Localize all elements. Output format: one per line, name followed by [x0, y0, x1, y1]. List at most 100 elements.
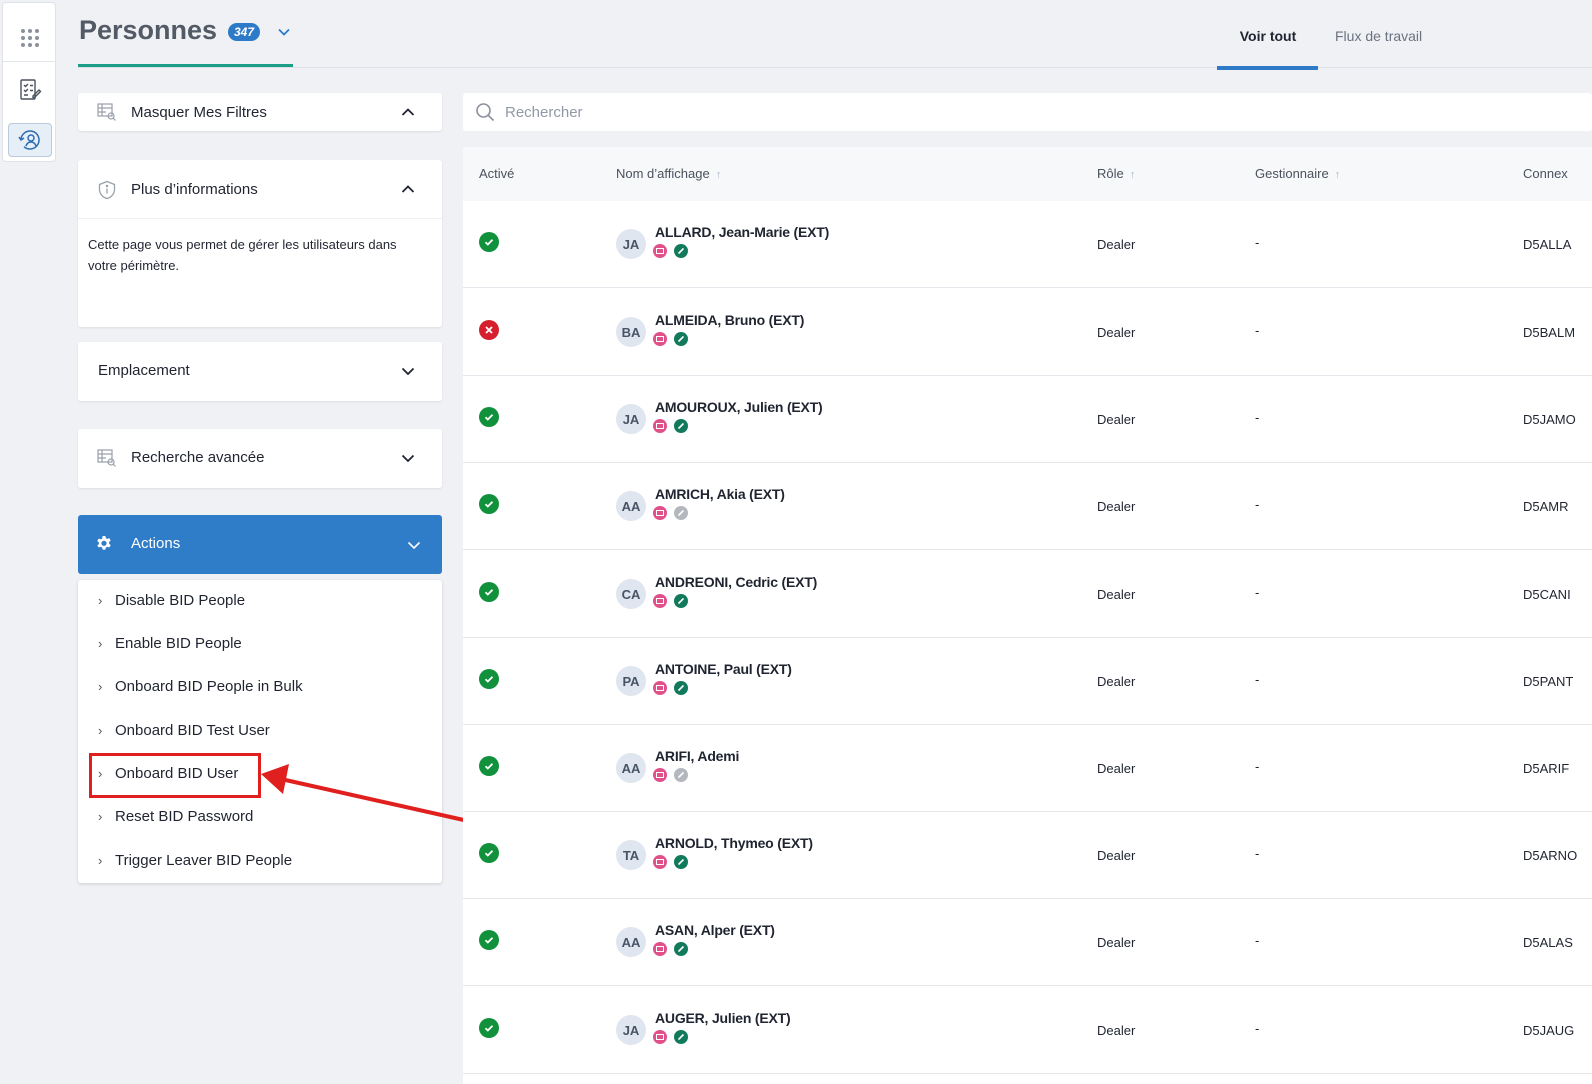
people-table: Activé Nom d’affichage ↑ Rôle ↑ Gestionnai…: [463, 147, 1592, 1084]
people-history-icon[interactable]: [8, 123, 52, 157]
apps-grid-icon[interactable]: [8, 21, 52, 55]
avatar: CA: [616, 579, 646, 609]
avatar: AA: [616, 753, 646, 783]
chevron-right-icon: ›: [98, 593, 103, 608]
login-cell: D5ARIF: [1523, 761, 1570, 776]
search-bar[interactable]: [463, 93, 1592, 131]
tab-flux-de-travail[interactable]: Flux de travail: [1335, 28, 1422, 44]
table-row[interactable]: JA AUGER, Julien (EXT) Dealer - D5JAUG: [463, 987, 1592, 1074]
user-display-name[interactable]: ALMEIDA, Bruno (EXT): [655, 312, 804, 328]
table-row[interactable]: JA ALLARD, Jean-Marie (EXT) Dealer - D5ALLA: [463, 201, 1592, 288]
filter-list-icon: [97, 103, 117, 126]
chevron-up-icon[interactable]: [400, 181, 416, 202]
login-cell: D5CANI: [1523, 587, 1571, 602]
login-cell: D5ALLA: [1523, 237, 1572, 252]
table-row[interactable]: AA AMRICH, Akia (EXT) Dealer - D5AMR: [463, 463, 1592, 550]
login-cell: D5AMR: [1523, 499, 1569, 514]
chevron-down-icon[interactable]: [400, 363, 416, 384]
page-title: Personnes: [79, 15, 218, 45]
column-header-active[interactable]: Activé: [479, 166, 514, 181]
user-display-name[interactable]: ANDREONI, Cedric (EXT): [655, 574, 817, 590]
user-display-name[interactable]: ASAN, Alper (EXT): [655, 922, 775, 938]
advanced-search-panel[interactable]: Recherche avancée: [78, 429, 442, 488]
more-info-title[interactable]: Plus d’informations: [131, 181, 258, 198]
user-display-name[interactable]: ARNOLD, Thymeo (EXT): [655, 835, 813, 851]
manager-cell: -: [1255, 846, 1260, 861]
action-trigger-leaver-bid-people[interactable]: › Trigger Leaver BID People: [98, 852, 292, 869]
table-row[interactable]: CA ANDREONI, Cedric (EXT) Dealer - D5CANI: [463, 551, 1592, 638]
login-cell: D5ARNO: [1523, 848, 1578, 863]
login-cell: D5ALAS: [1523, 935, 1573, 950]
chevron-down-icon[interactable]: [406, 537, 422, 558]
manager-cell: -: [1255, 235, 1260, 250]
search-input[interactable]: [505, 93, 1105, 131]
chevron-up-icon[interactable]: [400, 104, 416, 125]
login-cell: D5PANT: [1523, 674, 1574, 689]
column-header-display-name[interactable]: Nom d’affichage ↑: [616, 166, 721, 181]
phone-icon: [674, 942, 688, 956]
table-row[interactable]: TA ARNOLD, Thymeo (EXT) Dealer - D5ARNO: [463, 812, 1592, 899]
phone-icon: [674, 244, 688, 258]
check-circle-icon: [479, 843, 499, 863]
tasks-icon[interactable]: [8, 73, 52, 107]
column-header-login[interactable]: Connex: [1523, 166, 1568, 181]
action-onboard-bid-test-user[interactable]: › Onboard BID Test User: [98, 722, 270, 739]
check-circle-icon: [479, 1018, 499, 1038]
action-disable-bid-people[interactable]: › Disable BID People: [98, 592, 245, 609]
avatar: JA: [616, 229, 646, 259]
info-icon: [97, 180, 117, 205]
chevron-right-icon: ›: [98, 636, 103, 651]
sort-arrow-icon: ↑: [715, 169, 722, 181]
chevron-down-icon[interactable]: [400, 450, 416, 471]
avatar: AA: [616, 491, 646, 521]
table-row[interactable]: AA ARIFI, Ademi Dealer - D5ARIF: [463, 725, 1592, 812]
x-circle-icon: [479, 320, 499, 340]
action-enable-bid-people[interactable]: › Enable BID People: [98, 635, 242, 652]
user-display-name[interactable]: ANTOINE, Paul (EXT): [655, 661, 792, 677]
user-display-name[interactable]: AUGER, Julien (EXT): [655, 1010, 791, 1026]
left-rail: [2, 2, 56, 162]
table-row[interactable]: BA ALMEIDA, Bruno (EXT) Dealer - D5BALM: [463, 289, 1592, 376]
chevron-down-icon[interactable]: [276, 24, 292, 45]
hide-filters-label: Masquer Mes Filtres: [131, 104, 267, 121]
table-row[interactable]: PA ANTOINE, Paul (EXT) Dealer - D5PANT: [463, 638, 1592, 725]
advanced-search-title: Recherche avancée: [131, 449, 265, 466]
action-reset-bid-password[interactable]: › Reset BID Password: [98, 808, 253, 825]
tab-voir-tout[interactable]: Voir tout: [1218, 28, 1318, 44]
annotation-arrow-icon: [261, 764, 487, 827]
user-display-name[interactable]: AMOUROUX, Julien (EXT): [655, 399, 823, 415]
annotation-highlight-box: [89, 753, 261, 798]
mail-icon: [653, 244, 667, 258]
phone-icon: [674, 768, 688, 782]
active-tab-indicator: [1217, 66, 1318, 70]
role-cell: Dealer: [1097, 499, 1136, 514]
table-row[interactable]: AA ASAN, Alper (EXT) Dealer - D5ALAS: [463, 899, 1592, 986]
manager-cell: -: [1255, 759, 1260, 774]
mail-icon: [653, 419, 667, 433]
role-cell: Dealer: [1097, 674, 1136, 689]
check-circle-icon: [479, 582, 499, 602]
filter-list-icon: [97, 449, 117, 472]
table-row[interactable]: JA AMOUROUX, Julien (EXT) Dealer - D5JAMO: [463, 376, 1592, 463]
check-circle-icon: [479, 669, 499, 689]
role-cell: Dealer: [1097, 761, 1136, 776]
mail-icon: [653, 855, 667, 869]
role-cell: Dealer: [1097, 1023, 1136, 1038]
user-display-name[interactable]: ALLARD, Jean-Marie (EXT): [655, 224, 829, 240]
actions-header[interactable]: Actions: [78, 515, 442, 574]
avatar: AA: [616, 927, 646, 957]
check-circle-icon: [479, 494, 499, 514]
sort-arrow-icon: ↑: [1334, 169, 1341, 181]
avatar: BA: [616, 317, 646, 347]
column-header-manager[interactable]: Gestionnaire ↑: [1255, 166, 1340, 181]
user-display-name[interactable]: ARIFI, Ademi: [655, 748, 739, 764]
location-panel[interactable]: Emplacement: [78, 342, 442, 401]
login-cell: D5JAUG: [1523, 1023, 1575, 1038]
more-info-panel: Plus d’informations Cette page vous perm…: [78, 160, 442, 327]
login-cell: D5JAMO: [1523, 412, 1576, 427]
login-cell: D5BALM: [1523, 325, 1576, 340]
column-header-role[interactable]: Rôle ↑: [1097, 166, 1135, 181]
hide-filters-panel[interactable]: Masquer Mes Filtres: [78, 93, 442, 131]
user-display-name[interactable]: AMRICH, Akia (EXT): [655, 486, 785, 502]
action-onboard-bid-people-bulk[interactable]: › Onboard BID People in Bulk: [98, 678, 303, 695]
